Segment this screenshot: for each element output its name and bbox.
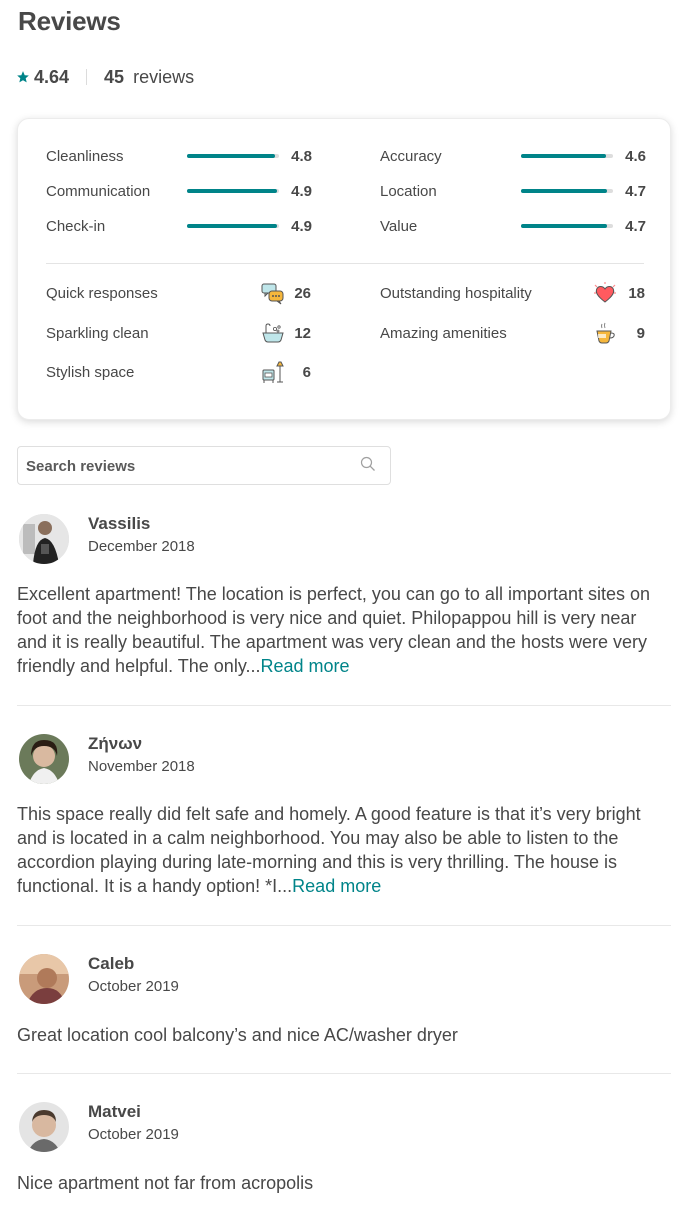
rating-bar-fill <box>521 224 608 228</box>
review-text: Excellent apartment! The location is per… <box>17 582 671 678</box>
rating-bar <box>187 154 279 158</box>
category-label: Value <box>380 217 418 235</box>
category-value: 4.6 <box>625 147 646 165</box>
read-more-link[interactable]: Read more <box>260 656 349 676</box>
category-check-in: Check-in 4.9 <box>46 216 312 236</box>
avatar[interactable] <box>19 734 69 784</box>
category-value: 4.7 <box>625 182 646 200</box>
read-more-link[interactable]: Read more <box>292 876 381 896</box>
highlight-count: 18 <box>628 284 645 302</box>
highlight-sparkling-clean: Sparkling clean 12 <box>46 321 311 345</box>
reviewer-name[interactable]: Vassilis <box>88 514 150 534</box>
highlight-count: 26 <box>294 284 311 302</box>
search-icon[interactable] <box>360 456 376 472</box>
rating-summary: 4.64 45 reviews <box>16 64 194 90</box>
category-value: 4.7 <box>625 217 646 235</box>
rating-bar-fill <box>187 154 276 158</box>
highlight-label: Amazing amenities <box>380 324 507 342</box>
category-label: Check-in <box>46 217 106 235</box>
star-icon <box>17 71 29 83</box>
search-reviews[interactable] <box>17 446 391 485</box>
chat-bubbles-icon <box>261 281 285 305</box>
highlight-count: 6 <box>302 363 311 381</box>
coffee-cup-icon <box>593 321 617 345</box>
rating-bar <box>521 154 613 158</box>
category-value: Value 4.7 <box>380 216 646 236</box>
category-value: 4.9 <box>291 182 312 200</box>
category-location: Location 4.7 <box>380 181 646 201</box>
review-body: Nice apartment not far from acropolis <box>17 1173 314 1193</box>
lamp-chair-icon <box>261 360 285 384</box>
category-label: Accuracy <box>380 147 442 165</box>
review-count: 45 <box>104 66 125 87</box>
summary-divider <box>86 69 88 85</box>
review-date: October 2019 <box>88 1126 179 1143</box>
rating-bar-fill <box>187 224 278 228</box>
overall-rating: 4.64 <box>34 66 70 87</box>
highlight-stylish-space: Stylish space 6 <box>46 360 311 384</box>
avatar[interactable] <box>19 954 69 1004</box>
review-text: This space really did felt safe and home… <box>17 802 671 898</box>
review-date: December 2018 <box>88 538 195 555</box>
category-accuracy: Accuracy 4.6 <box>380 146 646 166</box>
avatar[interactable] <box>19 1102 69 1152</box>
review-divider <box>17 1073 671 1074</box>
avatar[interactable] <box>19 514 69 564</box>
reviewer-name[interactable]: Caleb <box>88 954 134 974</box>
category-label: Communication <box>46 182 151 200</box>
highlight-count: 9 <box>636 324 645 342</box>
review-date: November 2018 <box>88 758 195 775</box>
heart-icon <box>593 281 617 305</box>
rating-bar <box>521 189 613 193</box>
rating-bar-fill <box>521 189 608 193</box>
category-cleanliness: Cleanliness 4.8 <box>46 146 312 166</box>
page-title: Reviews <box>18 6 121 36</box>
category-value: 4.9 <box>291 217 312 235</box>
reviewer-name[interactable]: Matvei <box>88 1102 141 1122</box>
rating-bar-fill <box>521 154 606 158</box>
review-text: Great location cool balcony’s and nice A… <box>17 1023 671 1047</box>
highlight-label: Quick responses <box>46 284 158 302</box>
highlight-outstanding-hospitality: Outstanding hospitality 18 <box>380 281 645 305</box>
rating-bar <box>187 189 279 193</box>
rating-bar <box>521 224 613 228</box>
rating-breakdown-card: Cleanliness 4.8 Accuracy 4.6 Communicati… <box>17 118 671 420</box>
highlight-label: Stylish space <box>46 363 135 381</box>
highlight-count: 12 <box>294 324 311 342</box>
highlight-label: Outstanding hospitality <box>380 284 532 302</box>
rating-bar-fill <box>187 189 278 193</box>
review-body: Great location cool balcony’s and nice A… <box>17 1025 458 1045</box>
category-label: Location <box>380 182 437 200</box>
highlight-label: Sparkling clean <box>46 324 149 342</box>
review-divider <box>17 925 671 926</box>
search-input[interactable] <box>26 455 346 477</box>
category-label: Cleanliness <box>46 147 124 165</box>
highlight-amazing-amenities: Amazing amenities 9 <box>380 321 645 345</box>
highlight-quick-responses: Quick responses 26 <box>46 281 311 305</box>
reviewer-name[interactable]: Ζήνων <box>88 734 142 754</box>
category-communication: Communication 4.9 <box>46 181 312 201</box>
review-text: Nice apartment not far from acropolis <box>17 1171 671 1195</box>
category-value: 4.8 <box>291 147 312 165</box>
bathtub-icon <box>261 321 285 345</box>
card-divider <box>46 263 644 264</box>
review-divider <box>17 705 671 706</box>
review-date: October 2019 <box>88 978 179 995</box>
review-count-label: reviews <box>133 66 195 87</box>
rating-bar <box>187 224 279 228</box>
